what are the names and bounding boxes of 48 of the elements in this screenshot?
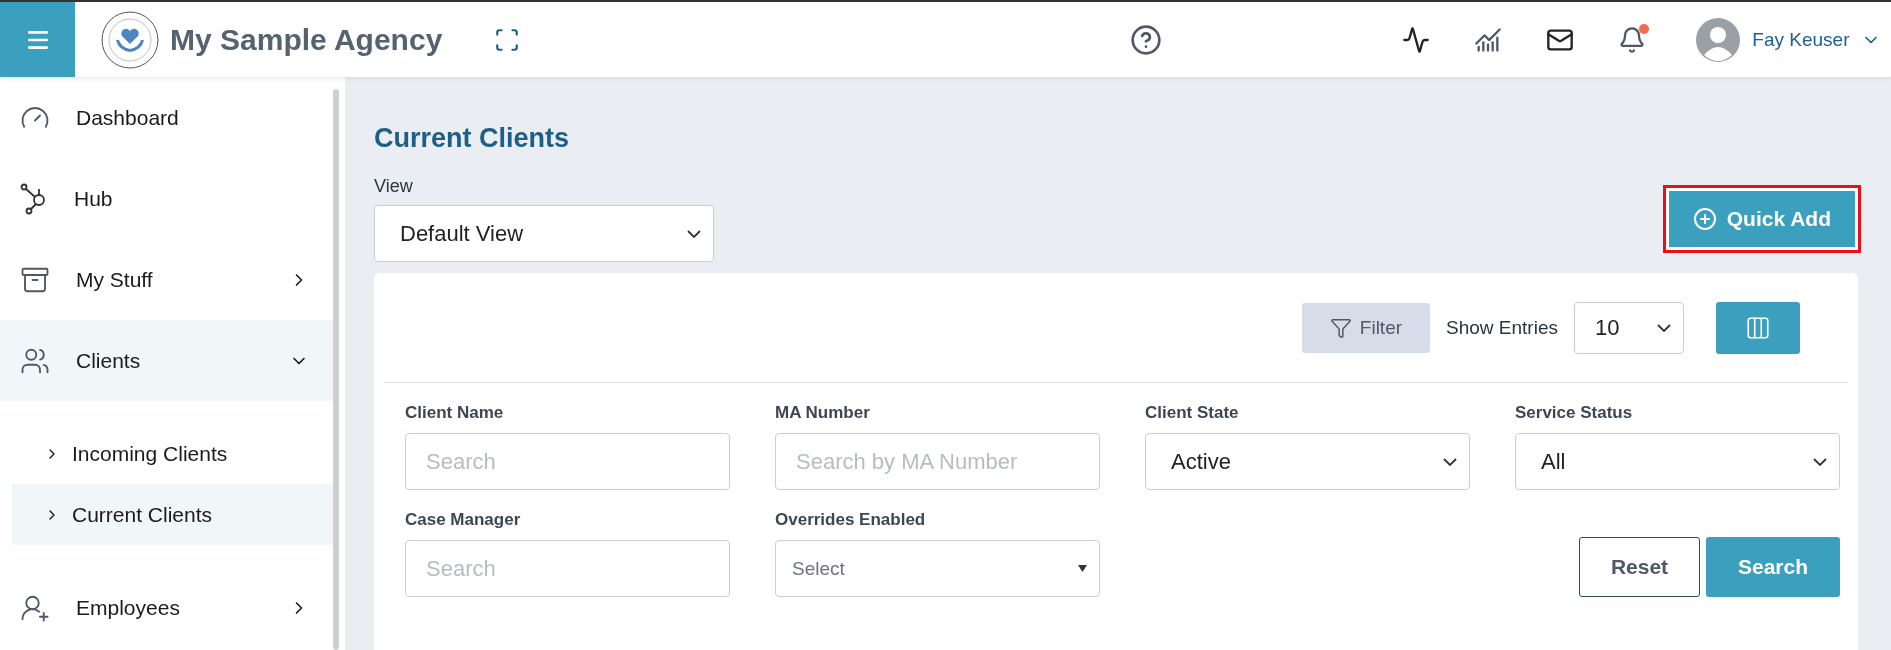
- help-button[interactable]: [1130, 23, 1163, 56]
- entries-select[interactable]: 10: [1574, 301, 1684, 354]
- hub-icon: [20, 182, 48, 215]
- chevron-down-icon: [1657, 323, 1671, 332]
- chart-button[interactable]: [1474, 25, 1503, 54]
- chevron-down-icon: [1813, 457, 1827, 466]
- sidebar-item[interactable]: Employees: [0, 567, 333, 648]
- sidebar-item[interactable]: Hub: [0, 158, 333, 239]
- select-field[interactable]: Active: [1145, 433, 1470, 490]
- filter-button[interactable]: Filter: [1301, 302, 1431, 353]
- brand-name: My Sample Agency: [170, 22, 443, 57]
- scrollbar[interactable]: [333, 89, 339, 650]
- chevron-down-icon: [1443, 457, 1457, 466]
- field-label: Client State: [1145, 403, 1240, 423]
- sidebar-item[interactable]: My Stuff: [0, 239, 333, 320]
- show-entries-label: Show Entries: [1446, 316, 1558, 339]
- columns-icon: [1745, 314, 1771, 341]
- view-label: View: [374, 176, 414, 197]
- field-label: MA Number: [775, 403, 871, 423]
- sidebar-subitem[interactable]: Current Clients: [12, 484, 333, 545]
- reset-button[interactable]: Reset: [1579, 537, 1700, 597]
- select-field[interactable]: Select: [775, 540, 1100, 597]
- user-menu[interactable]: Fay Keuser: [1696, 17, 1882, 62]
- unread-dot: [1639, 23, 1650, 34]
- input-field[interactable]: Search: [405, 540, 730, 597]
- field-label: Service Status: [1515, 403, 1634, 423]
- view-select[interactable]: Default View: [374, 205, 714, 262]
- chevron-down-icon: [687, 229, 701, 238]
- agency-logo: [100, 9, 160, 70]
- notification-button[interactable]: [1618, 25, 1647, 54]
- select-field[interactable]: All: [1515, 433, 1840, 490]
- sidebar-item[interactable]: Dashboard: [0, 77, 333, 158]
- funnel-icon: [1329, 316, 1352, 339]
- avatar-icon: [1696, 17, 1741, 62]
- plus-circle-icon: [1692, 207, 1717, 231]
- menu-button[interactable]: [0, 2, 75, 77]
- field-label: Case Manager: [405, 510, 522, 530]
- sidebar-item[interactable]: Clients: [0, 320, 333, 401]
- input-field[interactable]: Search: [405, 433, 730, 490]
- columns-button[interactable]: [1716, 301, 1800, 354]
- caret-icon: [1078, 565, 1087, 572]
- input-field[interactable]: Search by MA Number: [775, 433, 1100, 490]
- page-title: Current Clients: [374, 123, 571, 154]
- fullscreen-button[interactable]: [494, 26, 521, 53]
- field-label: Client Name: [405, 403, 505, 423]
- activity-button[interactable]: [1402, 25, 1431, 54]
- field-label: Overrides Enabled: [775, 510, 927, 530]
- sidebar-subitem[interactable]: Incoming Clients: [12, 423, 333, 484]
